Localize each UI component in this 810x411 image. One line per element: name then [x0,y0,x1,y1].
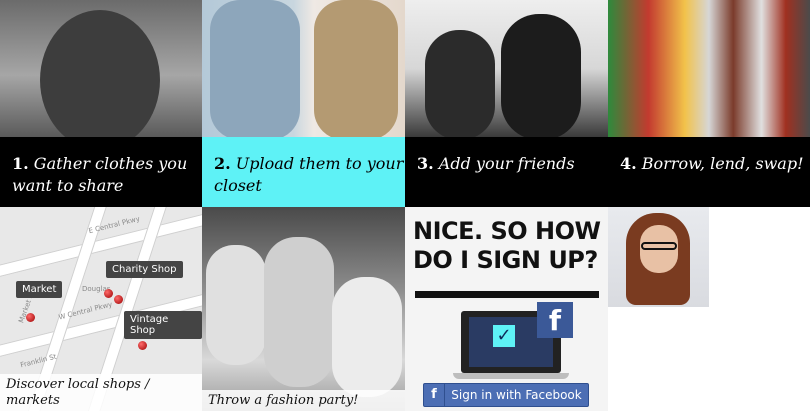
photo-portrait [608,207,709,307]
map-pin-icon[interactable] [104,289,113,298]
step-text: Gather clothes you want to share [12,154,188,195]
photo-gather-clothes [0,0,202,137]
sign-in-with-facebook-button[interactable]: f Sign in with Facebook [423,383,589,407]
step-text: Borrow, lend, swap! [641,154,804,173]
step-number: 2. [214,154,231,173]
signup-headline: NICE. SO HOW DO I SIGN UP? [413,217,601,274]
facebook-icon: f [424,384,445,406]
checkmark-icon: ✓ [493,325,515,347]
step-text: Add your friends [438,154,575,173]
map-tag-market[interactable]: Market [16,281,63,298]
map-tag-charity-shop[interactable]: Charity Shop [106,261,183,278]
divider-bar [415,291,599,298]
photo-add-friends [405,0,608,137]
step-text: Upload them to your closet [214,154,404,195]
map-pin-icon[interactable] [138,341,147,350]
step-2-tile[interactable]: 2. Upload them to your closet [202,137,405,207]
map-tag-vintage-shop[interactable]: Vintage Shop [124,311,202,339]
map-pin-icon[interactable] [26,313,35,322]
map-pin-icon[interactable] [114,295,123,304]
photo-clothing-rack [608,0,810,137]
photo-fashion-party[interactable]: Throw a fashion party! [202,207,405,411]
step-1-tile[interactable]: 1. Gather clothes you want to share [0,137,202,207]
step-number: 3. [417,154,434,173]
step-3-tile[interactable]: 3. Add your friends [405,137,608,207]
map-caption: Discover local shops / markets [0,374,202,411]
step-number: 4. [620,154,637,173]
facebook-logo-icon: f [537,302,573,338]
glasses-icon [641,242,677,250]
signup-panel: NICE. SO HOW DO I SIGN UP? ✓ f f Sign in… [405,207,608,411]
local-shops-map[interactable]: E Central Pkwy W Central Pkwy Douglas Fr… [0,207,202,411]
party-caption: Throw a fashion party! [202,390,405,411]
laptop-base [453,373,569,379]
photo-upload-closet [202,0,405,137]
facebook-button-label: Sign in with Facebook [451,388,582,402]
step-number: 1. [12,154,29,173]
step-4-tile[interactable]: 4. Borrow, lend, swap! [608,137,810,207]
